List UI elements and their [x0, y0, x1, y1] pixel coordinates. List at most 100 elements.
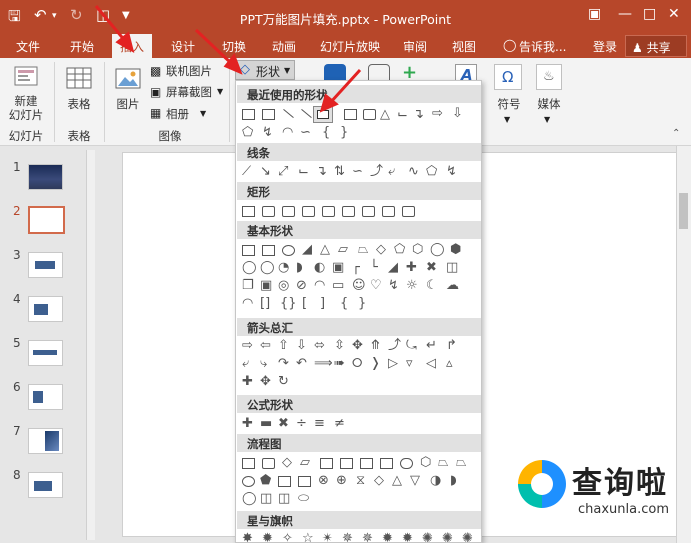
- symbol-button[interactable]: 符号: [492, 96, 526, 112]
- multiply-equation-shape-icon[interactable]: ✖: [278, 417, 289, 430]
- shapes-button[interactable]: ◇ 形状 ▼: [235, 60, 295, 80]
- parallelogram-shape-icon[interactable]: ▱: [338, 243, 348, 256]
- flowchart-data-icon[interactable]: ▱: [300, 456, 310, 469]
- arrow-line-shape-icon[interactable]: ↘: [260, 165, 271, 178]
- triangle-shape-icon[interactable]: △: [380, 108, 390, 121]
- block-arc-shape-icon[interactable]: ◠: [314, 279, 325, 292]
- flowchart-direct-access-storage-icon[interactable]: ◫: [278, 492, 290, 505]
- smiley-face-shape-icon[interactable]: ☺: [352, 279, 366, 292]
- vertical-textbox-shape-icon[interactable]: [262, 109, 275, 120]
- striped-right-arrow-shape-icon[interactable]: ⟹: [314, 357, 333, 370]
- star-6-shape-icon[interactable]: ✴: [322, 532, 333, 542]
- trapezoid-shape-icon[interactable]: ⏢: [358, 243, 368, 256]
- rectangle-shape-highlight[interactable]: [313, 106, 333, 123]
- right-arrow-callout-shape-icon[interactable]: ▷: [388, 357, 398, 370]
- frame-shape-icon[interactable]: ▣: [332, 261, 344, 274]
- table-icon[interactable]: [65, 66, 93, 92]
- flowchart-or-icon[interactable]: ⊕: [336, 474, 347, 487]
- double-bracket-shape-icon[interactable]: []: [260, 297, 270, 310]
- left-bracket-shape-icon[interactable]: [: [302, 297, 307, 310]
- up-arrow-shape-icon[interactable]: ⇧: [278, 339, 289, 352]
- flowchart-predefined-process-icon[interactable]: [320, 458, 333, 469]
- scribble-shape-icon[interactable]: ↯: [446, 165, 457, 178]
- tab-transitions[interactable]: 切换: [222, 38, 246, 55]
- right-brace-shape-icon[interactable]: }: [340, 126, 348, 139]
- tab-home[interactable]: 开始: [70, 38, 94, 55]
- speaker-icon[interactable]: ♨: [536, 64, 562, 90]
- right-arrow-shape-icon[interactable]: ⇨: [432, 107, 443, 120]
- down-arrow-shape-icon[interactable]: ⇩: [452, 107, 463, 120]
- flowchart-multidocument-icon[interactable]: [380, 458, 393, 469]
- pentagon-arrow-shape-icon[interactable]: ⭘: [352, 357, 362, 370]
- bent-arrow-shape-icon[interactable]: ⤴: [388, 339, 401, 352]
- dodecagon-shape-icon[interactable]: ◯: [260, 261, 275, 274]
- quad-arrow-shape-icon[interactable]: ✥: [352, 339, 363, 352]
- triangle-shape-icon[interactable]: △: [320, 243, 330, 256]
- star-7-shape-icon[interactable]: ✵: [342, 532, 353, 542]
- textbox-shape-icon[interactable]: [242, 245, 255, 256]
- explosion-2-shape-icon[interactable]: ✹: [262, 532, 273, 542]
- flowchart-preparation-icon[interactable]: ⬡: [420, 456, 431, 469]
- tell-me-box[interactable]: 告诉我...: [519, 38, 566, 55]
- screenshot-button[interactable]: 屏幕截图: [166, 84, 212, 100]
- right-arrow-shape-icon[interactable]: ⇨: [242, 339, 253, 352]
- freeform-shape-icon[interactable]: ⬠: [426, 165, 437, 178]
- left-brace-shape-icon[interactable]: {: [340, 297, 348, 310]
- minimize-icon[interactable]: —: [618, 6, 632, 22]
- share-button[interactable]: ♟ 共享: [625, 35, 687, 57]
- curved-up-arrow-shape-icon[interactable]: ↷: [278, 357, 289, 370]
- thumbnails-scrollbar[interactable]: [86, 150, 95, 540]
- not-equal-equation-shape-icon[interactable]: ≠: [334, 417, 345, 430]
- left-arrow-callout-shape-icon[interactable]: ◁: [426, 357, 436, 370]
- tab-design[interactable]: 设计: [171, 38, 195, 55]
- round-same-side-rect-icon[interactable]: [382, 206, 395, 217]
- flowchart-decision-icon[interactable]: ◇: [282, 456, 292, 469]
- flowchart-merge-icon[interactable]: ▽: [410, 474, 420, 487]
- explosion-shape-icon[interactable]: ✸: [242, 532, 253, 542]
- tab-insert[interactable]: 插入: [112, 34, 153, 58]
- pentagon-shape-icon[interactable]: ⬠: [394, 243, 405, 256]
- slide-thumbnail-7[interactable]: [28, 428, 63, 454]
- flowchart-connector-icon[interactable]: [242, 476, 255, 487]
- right-bracket-shape-icon[interactable]: ]: [320, 297, 325, 310]
- new-slide-button[interactable]: 新建 幻灯片: [6, 94, 46, 122]
- freeform-shape-icon[interactable]: ↯: [262, 126, 273, 139]
- pie-shape-icon[interactable]: ◔: [278, 261, 289, 274]
- donut-shape-icon[interactable]: ◎: [278, 279, 289, 292]
- flowchart-stored-data-icon[interactable]: ◑: [430, 474, 441, 487]
- picture-button[interactable]: 图片: [110, 96, 146, 112]
- curve-shape-icon[interactable]: ∿: [408, 165, 419, 178]
- flowchart-offpage-connector-icon[interactable]: ⬟: [260, 474, 271, 487]
- flowchart-card-icon[interactable]: [278, 476, 291, 487]
- chevron-shape-icon[interactable]: ❭: [370, 357, 381, 370]
- ellipse-shape-icon[interactable]: [344, 109, 357, 120]
- minus-equation-shape-icon[interactable]: ▬: [260, 417, 272, 430]
- diagonal-stripe-shape-icon[interactable]: ◢: [388, 261, 398, 274]
- down-arrow-shape-icon[interactable]: ⇩: [296, 339, 307, 352]
- flowchart-sort-icon[interactable]: ◇: [374, 474, 384, 487]
- plaque-shape-icon[interactable]: ✖: [426, 261, 437, 274]
- flowchart-summing-junction-icon[interactable]: ⊗: [318, 474, 329, 487]
- u-turn-arrow-shape-icon[interactable]: ⤿: [406, 339, 417, 352]
- star-10-shape-icon[interactable]: ✹: [382, 532, 393, 542]
- tab-slideshow[interactable]: 幻灯片放映: [320, 38, 380, 55]
- right-triangle-shape-icon[interactable]: ◢: [302, 243, 312, 256]
- cloud-shape-icon[interactable]: ☁: [446, 279, 459, 292]
- folded-corner-shape-icon[interactable]: ▭: [332, 279, 344, 292]
- bent-up-arrow-shape-icon[interactable]: ↱: [446, 339, 457, 352]
- arrow-line-shape-icon[interactable]: [301, 108, 312, 119]
- screenshot-dropdown-icon[interactable]: ▼: [217, 87, 223, 96]
- vertical-textbox-shape-icon[interactable]: [262, 245, 275, 256]
- decagon-shape-icon[interactable]: ◯: [242, 261, 257, 274]
- curved-down-arrow-shape-icon[interactable]: ↶: [296, 357, 307, 370]
- sun-shape-icon[interactable]: ☼: [406, 279, 418, 292]
- star-12-shape-icon[interactable]: ✹: [402, 532, 413, 542]
- divide-equation-shape-icon[interactable]: ÷: [296, 417, 307, 430]
- scrollbar-thumb[interactable]: [679, 193, 688, 229]
- quad-arrow-callout-shape-icon[interactable]: ✥: [260, 375, 271, 388]
- picture-icon[interactable]: [114, 66, 142, 92]
- left-right-up-arrow-shape-icon[interactable]: ⤊: [370, 339, 381, 352]
- elbow-arrow-connector-icon[interactable]: ↴: [413, 108, 424, 121]
- flowchart-terminator-icon[interactable]: [400, 458, 413, 469]
- up-down-arrow-shape-icon[interactable]: ⇳: [334, 339, 345, 352]
